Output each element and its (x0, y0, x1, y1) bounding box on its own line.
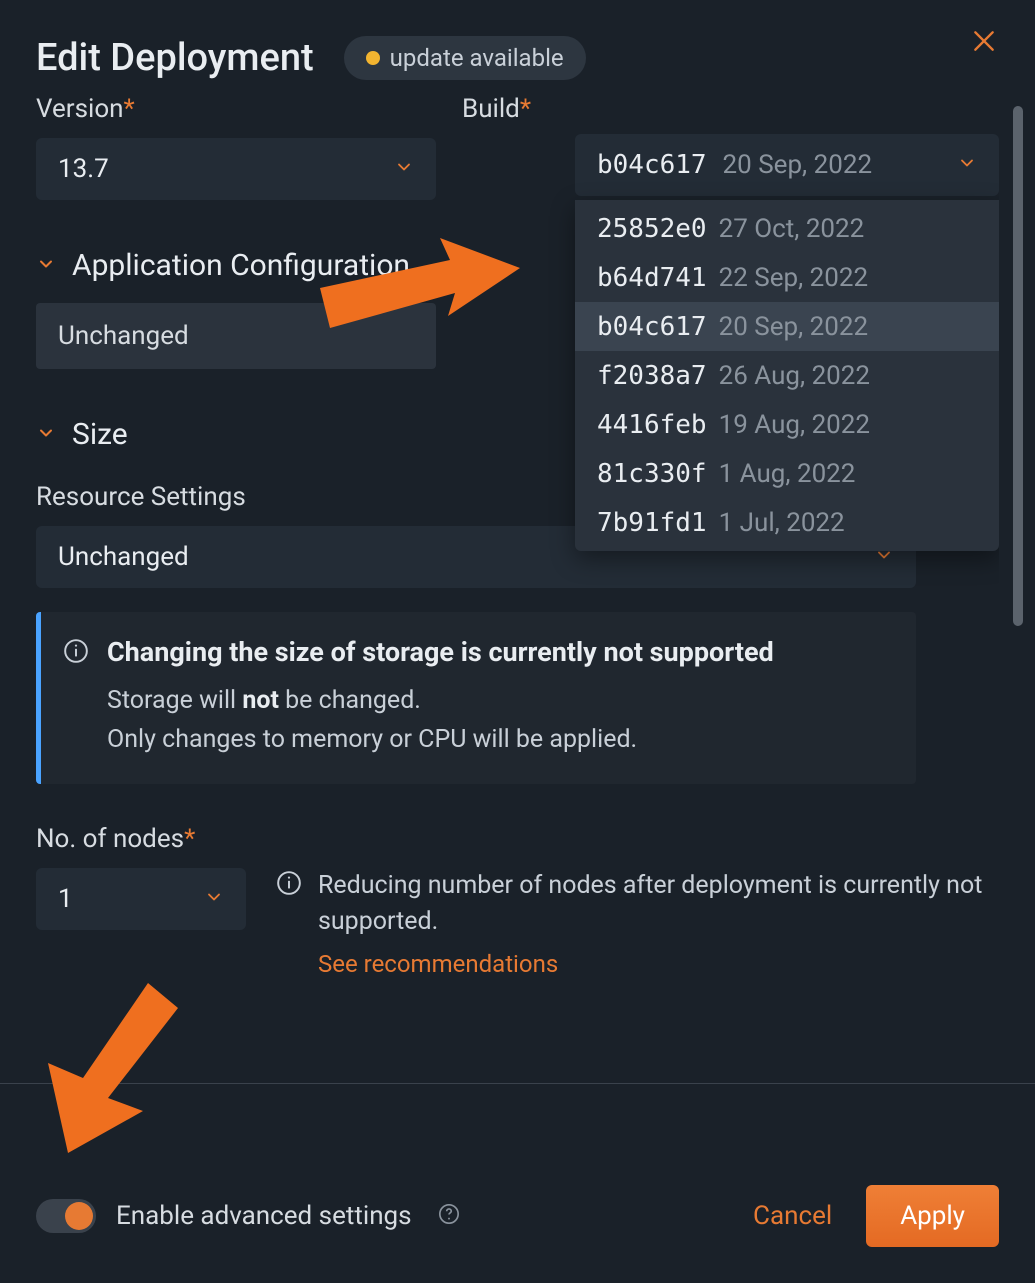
info-text: Storage will not be changed. Only change… (107, 682, 894, 760)
build-option[interactable]: f2038a7 26 Aug, 2022 (575, 351, 999, 400)
info-title: Changing the size of storage is currentl… (107, 636, 894, 668)
storage-info-banner: Changing the size of storage is currentl… (36, 612, 916, 784)
see-recommendations-link[interactable]: See recommendations (318, 950, 558, 978)
build-option-date: 26 Aug, 2022 (719, 361, 870, 391)
cancel-button[interactable]: Cancel (753, 1201, 832, 1231)
build-option[interactable]: b64d741 22 Sep, 2022 (575, 253, 999, 302)
modal-header: Edit Deployment update available (36, 36, 999, 80)
build-label: Build* (462, 94, 999, 124)
help-icon[interactable] (438, 1203, 460, 1229)
advanced-settings-toggle[interactable] (36, 1199, 96, 1233)
section-title: Size (72, 417, 128, 452)
build-option-date: 27 Oct, 2022 (719, 214, 865, 244)
section-title: Application Configuration (72, 248, 410, 283)
info-icon (63, 638, 89, 760)
version-select[interactable]: 13.7 (36, 138, 436, 200)
nodes-note: Reducing number of nodes after deploymen… (276, 868, 999, 979)
toggle-label: Enable advanced settings (116, 1201, 412, 1231)
nodes-value: 1 (58, 884, 73, 914)
nodes-note-text: Reducing number of nodes after deploymen… (318, 868, 999, 941)
chevron-down-icon (36, 254, 56, 278)
build-option-id: 7b91fd1 (597, 508, 707, 538)
scrollbar[interactable] (1013, 106, 1023, 626)
update-available-badge: update available (344, 36, 586, 80)
build-option-id: 25852e0 (597, 214, 707, 244)
close-button[interactable] (971, 28, 997, 58)
app-config-value: Unchanged (36, 303, 436, 369)
build-option[interactable]: 4416feb 19 Aug, 2022 (575, 400, 999, 449)
build-option[interactable]: 81c330f 1 Aug, 2022 (575, 449, 999, 498)
build-option-list: 25852e0 27 Oct, 2022 b64d741 22 Sep, 2022 b0… (575, 200, 999, 551)
build-select[interactable]: b04c617 20 Sep, 2022 (575, 134, 999, 196)
build-dropdown: b04c617 20 Sep, 2022 25852e0 27 Oct, 2022… (575, 134, 999, 551)
build-option[interactable]: b04c617 20 Sep, 2022 (575, 302, 999, 351)
build-option-id: b64d741 (597, 263, 707, 293)
chevron-down-icon (204, 884, 224, 914)
nodes-label: No. of nodes* (36, 824, 999, 854)
chevron-down-icon (957, 153, 977, 177)
build-option-id: b04c617 (597, 312, 707, 342)
info-icon (276, 870, 302, 979)
edit-deployment-modal: Edit Deployment update available Version… (0, 0, 1035, 1283)
badge-text: update available (390, 44, 564, 72)
version-label: Version* (36, 94, 436, 124)
build-option[interactable]: 7b91fd1 1 Jul, 2022 (575, 498, 999, 547)
modal-footer: Enable advanced settings Cancel Apply (0, 1083, 1035, 1283)
status-dot-icon (366, 51, 380, 65)
build-selected-id: b04c617 (597, 150, 707, 180)
build-option-date: 1 Jul, 2022 (719, 508, 845, 538)
modal-content: Version* 13.7 Build* b04c617 20 Sep, 202… (36, 94, 999, 978)
build-option-date: 1 Aug, 2022 (719, 459, 856, 489)
build-option[interactable]: 25852e0 27 Oct, 2022 (575, 204, 999, 253)
build-option-date: 19 Aug, 2022 (719, 410, 870, 440)
build-selected-date: 20 Sep, 2022 (723, 150, 873, 180)
build-option-id: 81c330f (597, 459, 707, 489)
apply-button[interactable]: Apply (866, 1185, 999, 1247)
nodes-select[interactable]: 1 (36, 868, 246, 930)
build-option-id: 4416feb (597, 410, 707, 440)
chevron-down-icon (394, 154, 414, 184)
resource-settings-value: Unchanged (58, 542, 189, 572)
chevron-down-icon (36, 423, 56, 447)
build-option-date: 20 Sep, 2022 (719, 312, 869, 342)
version-value: 13.7 (58, 154, 109, 184)
build-option-id: f2038a7 (597, 361, 707, 391)
toggle-knob (65, 1202, 93, 1230)
build-option-date: 22 Sep, 2022 (719, 263, 869, 293)
modal-title: Edit Deployment (36, 36, 314, 80)
